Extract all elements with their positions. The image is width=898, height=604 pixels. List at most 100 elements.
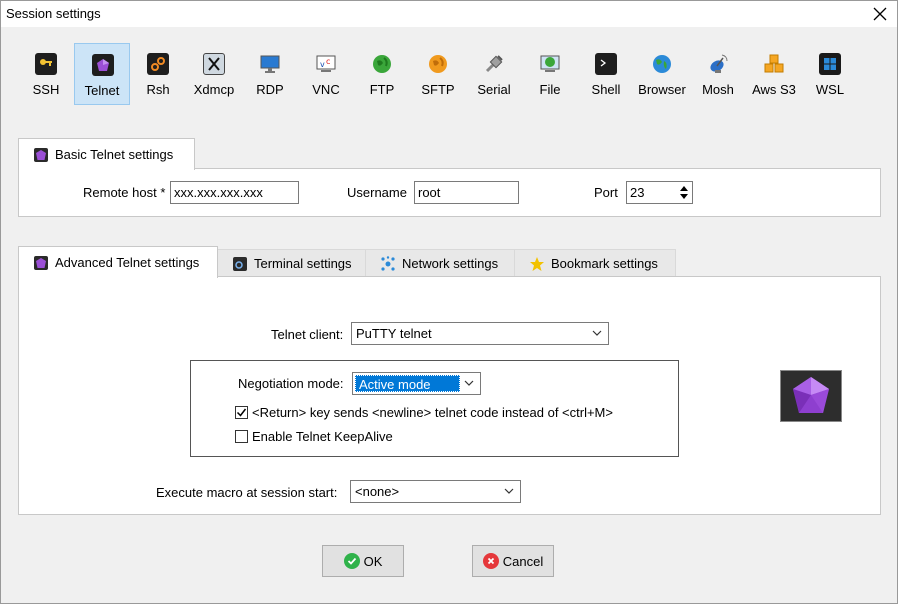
protocol-xdmcp[interactable]: Xdmcp [186,43,242,105]
protocol-label: VNC [312,82,340,97]
username-label: Username [347,185,407,200]
protocol-wsl[interactable]: WSL [802,43,858,105]
protocol-label: Aws S3 [752,82,796,97]
protocol-ftp[interactable]: FTP [354,43,410,105]
negotiation-mode-value: Active mode [355,375,460,392]
port-value: 23 [630,185,645,200]
protocol-label: RDP [256,82,284,97]
protocol-label: Rsh [146,82,170,97]
telnet-gem-icon [33,147,49,163]
browser-globe-icon [651,53,673,75]
star-icon [529,256,545,272]
protocol-rsh[interactable]: Rsh [130,43,186,105]
macro-value: <none> [355,484,400,499]
check-circle-icon [343,553,360,569]
port-stepper[interactable] [678,183,690,202]
protocol-label: Shell [591,82,621,97]
close-icon [873,7,887,21]
basic-settings-panel: Remote host * xxx.xxx.xxx.xxx Username r… [18,168,881,217]
protocol-label: WSL [815,82,845,97]
return-key-checkbox[interactable] [235,406,248,419]
session-settings-dialog: Session settings SSH Telnet Rsh Xdmcp RD… [0,0,898,604]
key-icon [35,53,57,75]
protocol-shell[interactable]: Shell [578,43,634,105]
tab-label: Basic Telnet settings [55,147,174,162]
protocol-label: Xdmcp [193,82,235,97]
protocol-label: Browser [638,82,686,97]
tab-advanced-telnet-settings[interactable]: Advanced Telnet settings [18,246,218,278]
macro-label: Execute macro at session start: [156,485,338,500]
protocol-mosh[interactable]: Mosh [690,43,746,105]
protocol-sftp[interactable]: SFTP [410,43,466,105]
protocol-telnet[interactable]: Telnet [74,43,130,105]
telnet-logo [780,370,842,422]
tab-label: Network settings [402,256,499,271]
remote-host-label: Remote host * [83,185,166,200]
file-globe-icon [539,53,561,75]
chevron-down-icon [463,376,475,390]
protocol-vnc[interactable]: vc VNC [298,43,354,105]
tab-terminal-settings[interactable]: Terminal settings [217,249,366,277]
rsh-icon [147,53,169,75]
sftp-globe-icon [427,53,449,75]
cancel-button[interactable]: Cancel [472,545,554,577]
tab-label: Bookmark settings [551,256,658,271]
negotiation-mode-label: Negotiation mode: [238,376,344,391]
protocol-aws-s3[interactable]: Aws S3 [746,43,802,105]
ok-button[interactable]: OK [322,545,404,577]
network-icon [380,255,396,272]
ftp-globe-icon [371,53,393,75]
protocol-ssh[interactable]: SSH [18,43,74,105]
protocol-label: SFTP [421,82,455,97]
protocol-browser[interactable]: Browser [634,43,690,105]
tab-bookmark-settings[interactable]: Bookmark settings [514,249,676,277]
telnet-client-value: PuTTY telnet [356,326,432,341]
protocol-file[interactable]: File [522,43,578,105]
port-input[interactable]: 23 [626,181,693,204]
protocol-label: FTP [369,82,395,97]
telnet-gem-icon [33,255,49,271]
keepalive-checkbox[interactable] [235,430,248,443]
return-key-label: <Return> key sends <newline> telnet code… [252,405,613,420]
protocol-rdp[interactable]: RDP [242,43,298,105]
cancel-circle-icon [482,553,499,569]
title-bar: Session settings [1,1,897,27]
macro-select[interactable]: <none> [350,480,521,503]
username-input[interactable]: root [414,181,519,204]
svg-text:v: v [320,60,325,69]
checkmark-icon [236,408,247,417]
protocol-label: Telnet [84,83,120,98]
chevron-down-icon [503,484,515,498]
rdp-monitor-icon [259,53,281,75]
aws-cubes-icon [763,53,785,75]
mosh-satellite-icon [707,53,729,75]
protocol-label: Mosh [702,82,734,97]
chevron-down-icon [591,326,603,340]
negotiation-mode-select[interactable]: Active mode [352,372,481,395]
advanced-settings-panel: Telnet client: PuTTY telnet Negotiation … [18,276,881,515]
cancel-label: Cancel [502,553,544,569]
terminal-icon [232,256,248,272]
tab-label: Advanced Telnet settings [55,255,200,270]
close-button[interactable] [863,1,897,27]
telnet-gem-icon [92,54,114,76]
protocol-label: File [539,82,561,97]
keepalive-label: Enable Telnet KeepAlive [252,429,393,444]
ok-label: OK [363,553,383,569]
telnet-client-label: Telnet client: [271,327,344,342]
tab-basic-telnet-settings[interactable]: Basic Telnet settings [18,138,195,170]
telnet-gem-icon [793,377,829,413]
protocol-serial[interactable]: Serial [466,43,522,105]
protocol-toolbar: SSH Telnet Rsh Xdmcp RDP v c VNC FTP SFT… [18,43,878,105]
protocol-label: SSH [32,82,60,97]
protocol-label: Serial [477,82,511,97]
remote-host-input[interactable]: xxx.xxx.xxx.xxx [170,181,299,204]
tab-label: Terminal settings [254,256,352,271]
negotiation-group: Negotiation mode: Active mode <Return> k… [190,360,679,457]
shell-terminal-icon [595,53,617,75]
telnet-client-select[interactable]: PuTTY telnet [351,322,609,345]
windows-logo-icon [819,53,841,75]
svg-text:c: c [326,57,330,66]
port-label: Port [594,185,618,200]
tab-network-settings[interactable]: Network settings [365,249,515,277]
